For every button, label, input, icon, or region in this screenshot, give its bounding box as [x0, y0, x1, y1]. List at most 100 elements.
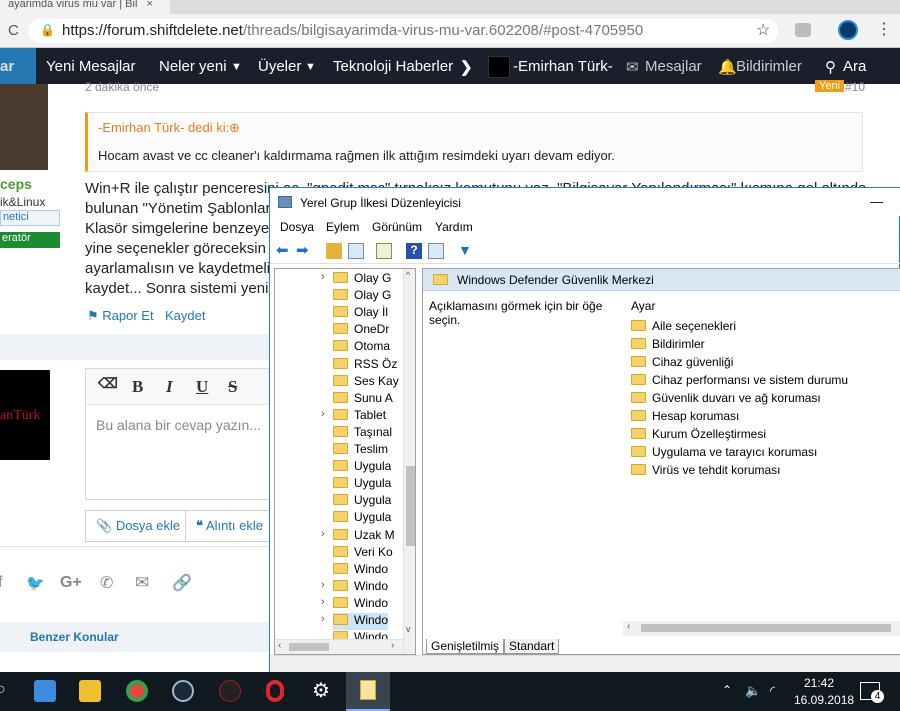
- steam-icon[interactable]: [172, 680, 194, 702]
- setting-folder-item[interactable]: Uygulama ve tarayıcı koruması: [631, 445, 817, 459]
- setting-folder-item[interactable]: Bildirimler: [631, 337, 705, 351]
- menu-help[interactable]: Yardım: [435, 220, 473, 234]
- tree-node[interactable]: Olay İl: [333, 305, 388, 322]
- column-setting-header[interactable]: Ayar: [631, 299, 655, 313]
- address-bar[interactable]: 🔒 https://forum.shiftdelete.net/threads/…: [28, 19, 778, 43]
- setting-folder-item[interactable]: Cihaz güvenliği: [631, 355, 733, 369]
- expand-chevron-icon[interactable]: ›: [321, 579, 325, 591]
- twitter-icon[interactable]: 🐦: [26, 574, 45, 592]
- similar-threads-title[interactable]: Benzer Konular: [30, 630, 119, 644]
- menu-view[interactable]: Görünüm: [372, 220, 422, 234]
- gpedit-titlebar[interactable]: Yerel Grup İlkesi Düzenleyicisi —: [270, 188, 900, 216]
- expand-quote-icon[interactable]: ⊕: [229, 120, 240, 136]
- clock-time[interactable]: 21:42: [804, 676, 834, 690]
- tree-node[interactable]: OneDr: [333, 322, 389, 339]
- expand-chevron-icon[interactable]: ›: [321, 613, 325, 625]
- underline-icon[interactable]: U: [196, 377, 208, 397]
- tab-extended[interactable]: Genişletilmiş: [426, 639, 505, 654]
- tree-node[interactable]: Uygula: [333, 459, 391, 476]
- tree-scroll-thumb[interactable]: [406, 466, 415, 546]
- back-arrow-icon[interactable]: ⬅: [276, 241, 292, 259]
- filter-icon[interactable]: ▼: [458, 242, 474, 258]
- expand-chevron-icon[interactable]: ›: [321, 528, 325, 540]
- nav-new-posts[interactable]: Yeni Mesajlar: [46, 58, 136, 75]
- insert-quote-button[interactable]: ❝ Alıntı ekle: [185, 510, 275, 542]
- menu-file[interactable]: Dosya: [280, 220, 314, 234]
- file-explorer-icon[interactable]: [79, 680, 101, 702]
- browser-tab[interactable]: ayarimda virus mu var | Bil ×: [0, 0, 170, 14]
- eraser-icon[interactable]: ⌫: [98, 376, 118, 393]
- properties-icon[interactable]: [428, 243, 444, 259]
- post-number[interactable]: #10: [845, 80, 865, 94]
- tree-node[interactable]: Uygula: [333, 493, 391, 510]
- reload-icon[interactable]: C: [8, 22, 19, 39]
- tree-node[interactable]: Otoma: [333, 339, 390, 356]
- bold-icon[interactable]: B: [132, 377, 143, 397]
- facebook-icon[interactable]: f: [0, 574, 2, 592]
- tree-node[interactable]: Tablet: [333, 408, 386, 425]
- nav-next-arrow-icon[interactable]: ❯: [460, 58, 473, 76]
- tree-node[interactable]: Olay G: [333, 288, 391, 305]
- tree-horizontal-scrollbar[interactable]: ‹ ›: [275, 639, 403, 654]
- action-center-icon[interactable]: 4: [860, 682, 884, 703]
- bookmark-star-icon[interactable]: ☆: [756, 20, 770, 40]
- tree-vertical-scrollbar[interactable]: ^ v: [403, 269, 415, 654]
- help-icon[interactable]: ?: [406, 243, 422, 259]
- search-icon[interactable]: ○: [0, 681, 6, 699]
- whatsapp-icon[interactable]: ✆: [100, 573, 113, 593]
- google-plus-icon[interactable]: G+: [60, 574, 82, 592]
- expand-chevron-icon[interactable]: ›: [321, 271, 325, 283]
- nav-search[interactable]: Ara: [843, 58, 866, 75]
- chrome-icon[interactable]: [126, 680, 148, 702]
- up-folder-icon[interactable]: [326, 243, 342, 259]
- clock-date[interactable]: 16.09.2018: [794, 693, 854, 707]
- network-app-icon[interactable]: [34, 680, 56, 702]
- extension-icon[interactable]: [795, 23, 811, 37]
- link-icon[interactable]: 🔗: [172, 573, 192, 593]
- nav-left-cut[interactable]: ar: [0, 58, 14, 75]
- attach-file-button[interactable]: 📎 Dosya ekle: [85, 510, 192, 542]
- tab-standard[interactable]: Standart: [504, 639, 560, 654]
- setting-folder-item[interactable]: Virüs ve tehdit koruması: [631, 463, 781, 477]
- strikethrough-icon[interactable]: S: [228, 377, 237, 397]
- tree-node[interactable]: Teslim: [333, 442, 388, 459]
- setting-folder-item[interactable]: Hesap koruması: [631, 409, 739, 423]
- tree-node[interactable]: Sunu A: [333, 391, 393, 408]
- expand-chevron-icon[interactable]: ›: [321, 596, 325, 608]
- forward-arrow-icon[interactable]: ➡: [296, 241, 312, 259]
- speaker-icon[interactable]: 🔈: [745, 683, 761, 699]
- tree-node[interactable]: Veri Ko: [333, 545, 393, 562]
- nav-alerts[interactable]: Bildirimler: [736, 58, 802, 75]
- nav-tech-news[interactable]: Teknoloji Haberleri: [333, 58, 453, 75]
- quote-title[interactable]: -Emirhan Türk- dedi ki:: [98, 120, 229, 135]
- bookmark-link[interactable]: Kaydet: [165, 308, 205, 323]
- setting-folder-item[interactable]: Cihaz performansı ve sistem durumu: [631, 373, 848, 387]
- tree-node[interactable]: Uygula: [333, 510, 391, 527]
- tree-node[interactable]: Olay G: [333, 271, 391, 288]
- gpu-tweak-icon[interactable]: [219, 680, 241, 702]
- opera-icon[interactable]: [266, 680, 284, 702]
- setting-folder-item[interactable]: Aile seçenekleri: [631, 319, 736, 333]
- email-icon[interactable]: ✉: [135, 573, 149, 593]
- setting-folder-item[interactable]: Kurum Özelleştirmesi: [631, 427, 766, 441]
- nav-whats-new[interactable]: Neler yeni: [159, 58, 227, 75]
- expand-chevron-icon[interactable]: ›: [321, 408, 325, 420]
- tree-node[interactable]: Windo: [333, 579, 388, 596]
- italic-icon[interactable]: I: [166, 377, 173, 397]
- export-list-icon[interactable]: [376, 243, 392, 259]
- report-link[interactable]: ⚑ Rapor Et: [87, 308, 154, 324]
- minimize-button[interactable]: —: [870, 194, 883, 209]
- setting-folder-item[interactable]: Güvenlik duvarı ve ağ koruması: [631, 391, 821, 405]
- chrome-menu-icon[interactable]: ⋮: [876, 19, 892, 39]
- tree-node[interactable]: Windo: [333, 596, 388, 613]
- tree-node[interactable]: Taşınal: [333, 425, 392, 442]
- show-tree-icon[interactable]: [348, 243, 364, 259]
- tree-node[interactable]: Windo: [333, 562, 388, 579]
- menu-action[interactable]: Eylem: [326, 220, 359, 234]
- nav-user[interactable]: -Emirhan Türk-: [513, 58, 613, 75]
- chevron-up-icon[interactable]: ⌃: [722, 683, 732, 697]
- tree-node[interactable]: Uzak M: [333, 528, 395, 545]
- tree-node[interactable]: Windo: [333, 613, 389, 630]
- nav-members[interactable]: Üyeler: [258, 58, 301, 75]
- nav-messages[interactable]: Mesajlar: [645, 58, 702, 75]
